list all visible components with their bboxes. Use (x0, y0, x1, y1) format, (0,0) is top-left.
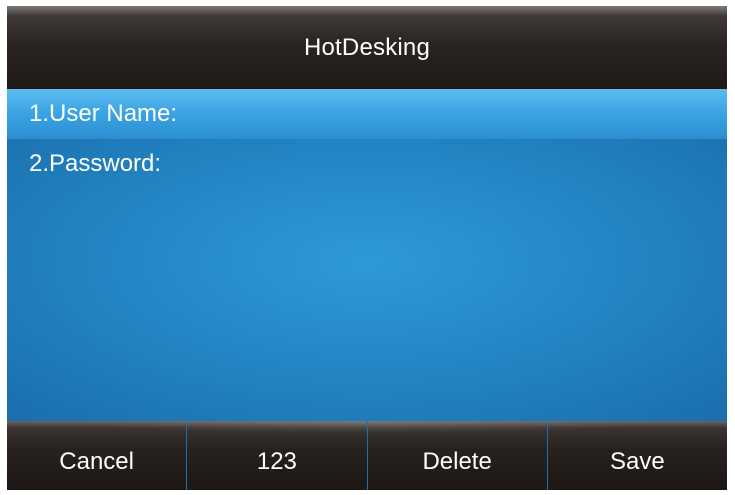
password-label: 2.Password: (29, 150, 162, 177)
title-bar: HotDesking (7, 6, 727, 89)
delete-button[interactable]: Delete (368, 421, 548, 490)
form-area: 1.User Name: 2.Password: (7, 89, 727, 421)
username-label: 1.User Name: (29, 100, 178, 127)
page-title: HotDesking (303, 33, 431, 61)
password-field[interactable]: 2.Password: (7, 139, 727, 189)
phone-screen: HotDesking 1.User Name: 2.Password: Canc… (7, 6, 727, 490)
input-mode-button[interactable]: 123 (187, 421, 368, 490)
username-field[interactable]: 1.User Name: (7, 89, 727, 139)
softkey-bar: Cancel 123 Delete Save (7, 421, 727, 490)
cancel-button[interactable]: Cancel (7, 421, 188, 490)
save-button[interactable]: Save (548, 421, 727, 490)
